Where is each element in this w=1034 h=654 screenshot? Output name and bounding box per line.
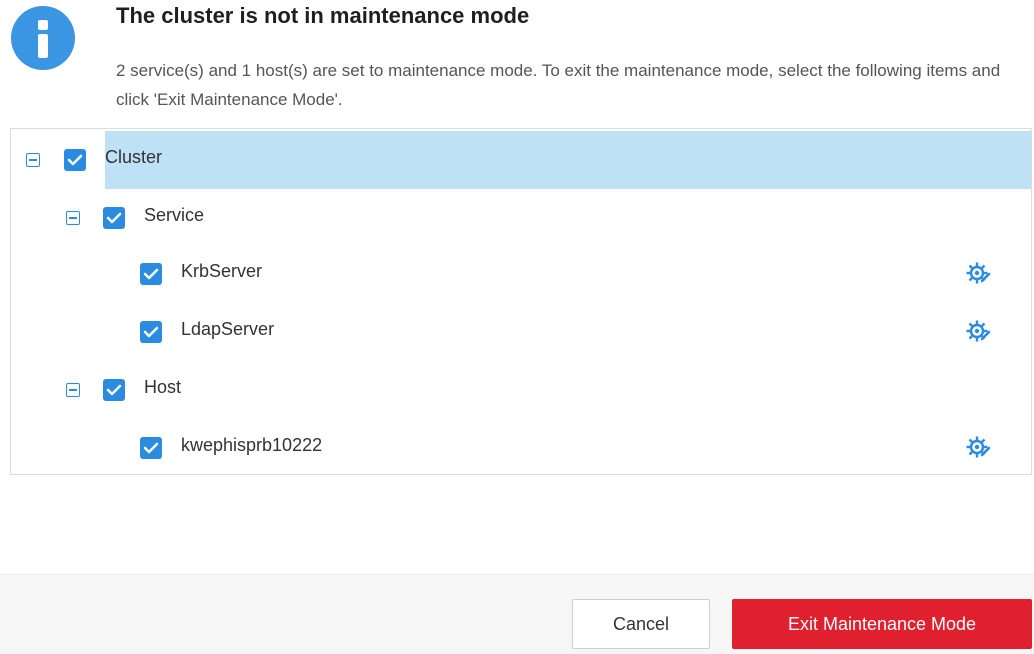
cancel-button[interactable]: Cancel [572,599,710,649]
tree-node-label: KrbServer [181,261,263,281]
tree-node-service[interactable]: Service [11,189,1031,247]
checkbox-service[interactable] [103,207,125,229]
checkbox-cluster[interactable] [64,149,86,171]
tree-node-host[interactable]: Host [11,361,1031,419]
dialog-footer: Cancel Exit Maintenance Mode [0,574,1034,654]
tree-node-label: Service [144,205,205,225]
checkbox-ldapserver[interactable] [140,321,162,343]
checkbox-krbserver[interactable] [140,263,162,285]
tree-node-cluster[interactable]: Cluster [11,131,1031,189]
maintenance-gear-icon [966,320,991,342]
dialog-description: 2 service(s) and 1 host(s) are set to ma… [116,61,1001,109]
exit-maintenance-mode-button[interactable]: Exit Maintenance Mode [732,599,1032,649]
maintenance-dialog: The cluster is not in maintenance mode 2… [0,0,1034,654]
maintenance-tree: Cluster Service KrbServer LdapServer Hos… [10,128,1032,475]
tree-node-label: Cluster [105,147,163,167]
checkbox-host-item[interactable] [140,437,162,459]
info-icon [11,6,75,70]
tree-node-ldapserver[interactable]: LdapServer [11,303,1031,361]
tree-node-label: Host [144,377,182,397]
maintenance-gear-icon [966,436,991,458]
collapse-icon[interactable] [26,153,40,167]
checkbox-host[interactable] [103,379,125,401]
maintenance-gear-icon [966,262,991,284]
tree-node-label: kwephisprb10222 [181,435,323,455]
collapse-icon[interactable] [66,211,80,225]
selected-row-highlight [105,131,1031,189]
tree-node-label: LdapServer [181,319,275,339]
collapse-icon[interactable] [66,383,80,397]
tree-node-host-item[interactable]: kwephisprb10222 [11,419,1031,477]
dialog-title: The cluster is not in maintenance mode [116,3,530,28]
tree-node-krbserver[interactable]: KrbServer [11,245,1031,303]
